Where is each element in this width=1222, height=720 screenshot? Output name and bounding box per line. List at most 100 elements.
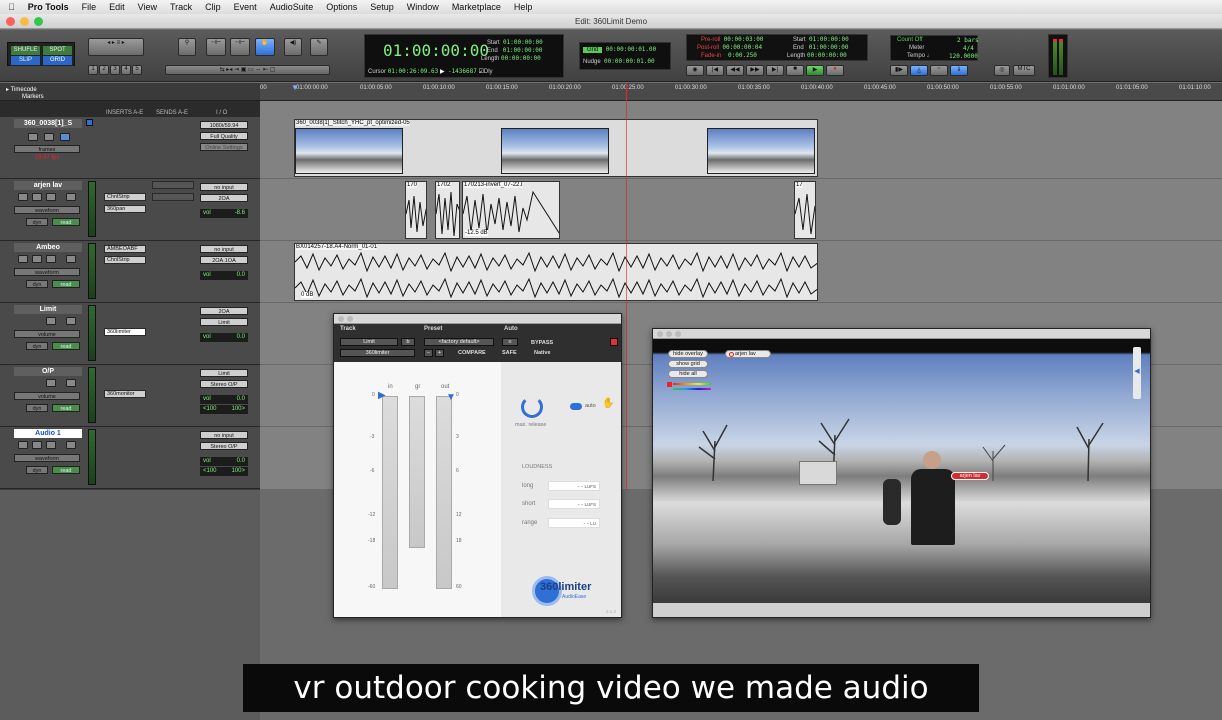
audio-clip[interactable]: 170 [405, 181, 427, 239]
play-button[interactable]: ▶ [806, 65, 824, 76]
safe-button[interactable]: SAFE [502, 350, 517, 356]
zoom-preset-2[interactable]: 2 [99, 65, 109, 75]
volume-value[interactable]: 0.0 [237, 395, 245, 404]
volume-display[interactable]: vol 0.0 [200, 333, 248, 342]
track-name[interactable]: Limit [14, 305, 82, 314]
zoom-buttons[interactable]: ◂ ▸ ≡ ▸ [88, 38, 144, 56]
postroll-value[interactable]: 00:00:00:04 [722, 44, 762, 51]
menu-help[interactable]: Help [514, 2, 533, 12]
apple-icon[interactable]:  [8, 2, 15, 12]
counter-end-value[interactable]: 01:00:00:00 [503, 47, 543, 54]
main-counter-value[interactable]: 01:00:00:00 [383, 41, 489, 60]
plugin-minimize-button[interactable] [347, 316, 353, 322]
volume-value[interactable]: -8.6 [235, 209, 245, 218]
track-view-selector[interactable]: waveform [14, 268, 80, 276]
preroll-label[interactable]: Pre-roll [701, 37, 720, 43]
zoomer-tool[interactable]: ⚲ [178, 38, 196, 56]
zoom-preset-5[interactable]: 5 [132, 65, 142, 75]
dynamic-transport-button[interactable]: dyn [26, 218, 48, 226]
menu-marketplace[interactable]: Marketplace [452, 2, 501, 12]
mtc-button[interactable]: MTC [1013, 65, 1035, 76]
lane-video[interactable]: 360_0038[1]_Stitch_YHC_pt_optimized-05 [260, 117, 1222, 179]
transport-end-value[interactable]: 01:00:00:00 [809, 44, 849, 51]
input-monitor-button[interactable] [32, 255, 42, 263]
preroll-value[interactable]: 00:00:03:00 [724, 36, 764, 43]
output-selector[interactable]: 2OA.1OA [200, 256, 248, 264]
plugin-track-channel[interactable]: b [401, 338, 415, 346]
track-name[interactable]: 360_0038[1]_S [14, 119, 82, 128]
track-limit[interactable]: Limit volume dyn read 360limiter 2OA Lim… [0, 303, 260, 365]
grid-toggle[interactable]: Grid [583, 47, 603, 53]
plugin-title-bar[interactable] [334, 314, 621, 324]
zoom-preset-4[interactable]: 4 [121, 65, 131, 75]
insert-slot[interactable]: ChnlStrip [104, 256, 146, 264]
volume-value[interactable]: 0.0 [237, 457, 245, 466]
output-ceiling-handle-icon[interactable]: ▼ [446, 392, 456, 403]
input-selector[interactable]: no input [200, 183, 248, 191]
insert-slot[interactable]: 360pan [104, 205, 146, 213]
clip-gain-value[interactable]: -12.5 dB [465, 230, 488, 236]
preset-next-button[interactable]: + [435, 349, 444, 357]
countoff-label[interactable]: Count Off [897, 37, 923, 43]
compare-button[interactable]: COMPARE [458, 350, 486, 356]
edit-options-bar[interactable]: ⇆ ▸◂ ⇥ ▣ ▭ ⇔ ⇤ ▢ [165, 65, 330, 75]
record-enable-button[interactable] [18, 193, 28, 201]
timecode-ruler-label[interactable]: ▸ Timecode [6, 86, 37, 93]
rewind-button[interactable]: ◀◀ [726, 65, 744, 76]
record-enable-button[interactable] [28, 133, 38, 141]
metronome-button[interactable]: ⏃ [910, 65, 928, 76]
video-online-icon[interactable] [86, 119, 93, 126]
video-zoom-button[interactable] [675, 331, 681, 337]
fadein-label[interactable]: Fade-in [701, 53, 721, 59]
track-view-selector[interactable]: waveform [14, 454, 80, 462]
volume-value[interactable]: 0.0 [237, 271, 245, 280]
menu-edit[interactable]: Edit [109, 2, 125, 12]
volume-display[interactable]: vol 0.0 [200, 457, 248, 466]
dynamic-transport-button[interactable]: dyn [26, 466, 48, 474]
video-minimize-button[interactable] [666, 331, 672, 337]
pan-display[interactable]: <100 100> [200, 467, 248, 476]
track-ambeo[interactable]: Ambeo waveform dyn read AMBEOABF ChnlStr… [0, 241, 260, 303]
stop-button[interactable]: ■ [786, 65, 804, 76]
playhead-marker-icon[interactable]: ▼ [291, 83, 299, 92]
mute-button[interactable] [66, 379, 76, 387]
solo-button[interactable] [46, 441, 56, 449]
mute-button[interactable] [66, 317, 76, 325]
menu-event[interactable]: Event [234, 2, 257, 12]
lane-arjen-lav[interactable]: 170 1702 170213-invert_07-22.l -12.5 dB … [260, 179, 1222, 241]
track-view-selector[interactable]: frames [14, 145, 80, 153]
mute-button[interactable] [66, 193, 76, 201]
bypass-button[interactable]: BYPASS [531, 340, 553, 346]
video-online-settings[interactable]: Online Settings [200, 143, 248, 151]
volume-display[interactable]: vol 0.0 [200, 271, 248, 280]
record-enable-button[interactable] [18, 255, 28, 263]
audio-clip[interactable]: 17 [794, 181, 816, 239]
video-side-handle[interactable]: ◀ [1133, 347, 1141, 399]
track-view-selector[interactable]: volume [14, 392, 80, 400]
menu-clip[interactable]: Clip [205, 2, 221, 12]
output-selector[interactable]: 2OA [200, 194, 248, 202]
video-online-button[interactable] [60, 133, 70, 141]
menu-options[interactable]: Options [326, 2, 357, 12]
solo-button[interactable] [46, 193, 56, 201]
insert-slot[interactable]: ChnlStrip [104, 193, 146, 201]
plugin-close-button[interactable] [338, 316, 344, 322]
preset-prev-button[interactable]: − [424, 349, 433, 357]
auto-toggle-switch[interactable] [570, 403, 582, 410]
scrubber-tool[interactable]: ◀) [284, 38, 302, 56]
output-selector[interactable]: Stereo O/P [200, 380, 248, 388]
automation-mode-selector[interactable]: read [52, 218, 80, 226]
selector-tool[interactable]: ⊣⊢ [230, 38, 250, 56]
countoff-value[interactable]: 2 bars [957, 37, 979, 44]
automation-mode-selector[interactable]: read [52, 280, 80, 288]
insert-slot[interactable]: 360limiter [104, 328, 146, 336]
dynamic-transport-button[interactable]: dyn [26, 280, 48, 288]
audio-clip[interactable]: 170213-invert_07-22.l -12.5 dB [462, 181, 560, 239]
input-selector[interactable]: no input [200, 431, 248, 439]
audio-clip[interactable]: 1702 [435, 181, 460, 239]
track-name[interactable]: Audio 1 [14, 429, 82, 438]
input-selector[interactable]: Limit [200, 369, 248, 377]
hide-overlay-button[interactable]: hide overlay [668, 350, 708, 358]
counter-length-value[interactable]: 00:00:00:00 [501, 55, 541, 62]
track-output[interactable]: O/P volume dyn read 360monitor Limit Ste… [0, 365, 260, 427]
